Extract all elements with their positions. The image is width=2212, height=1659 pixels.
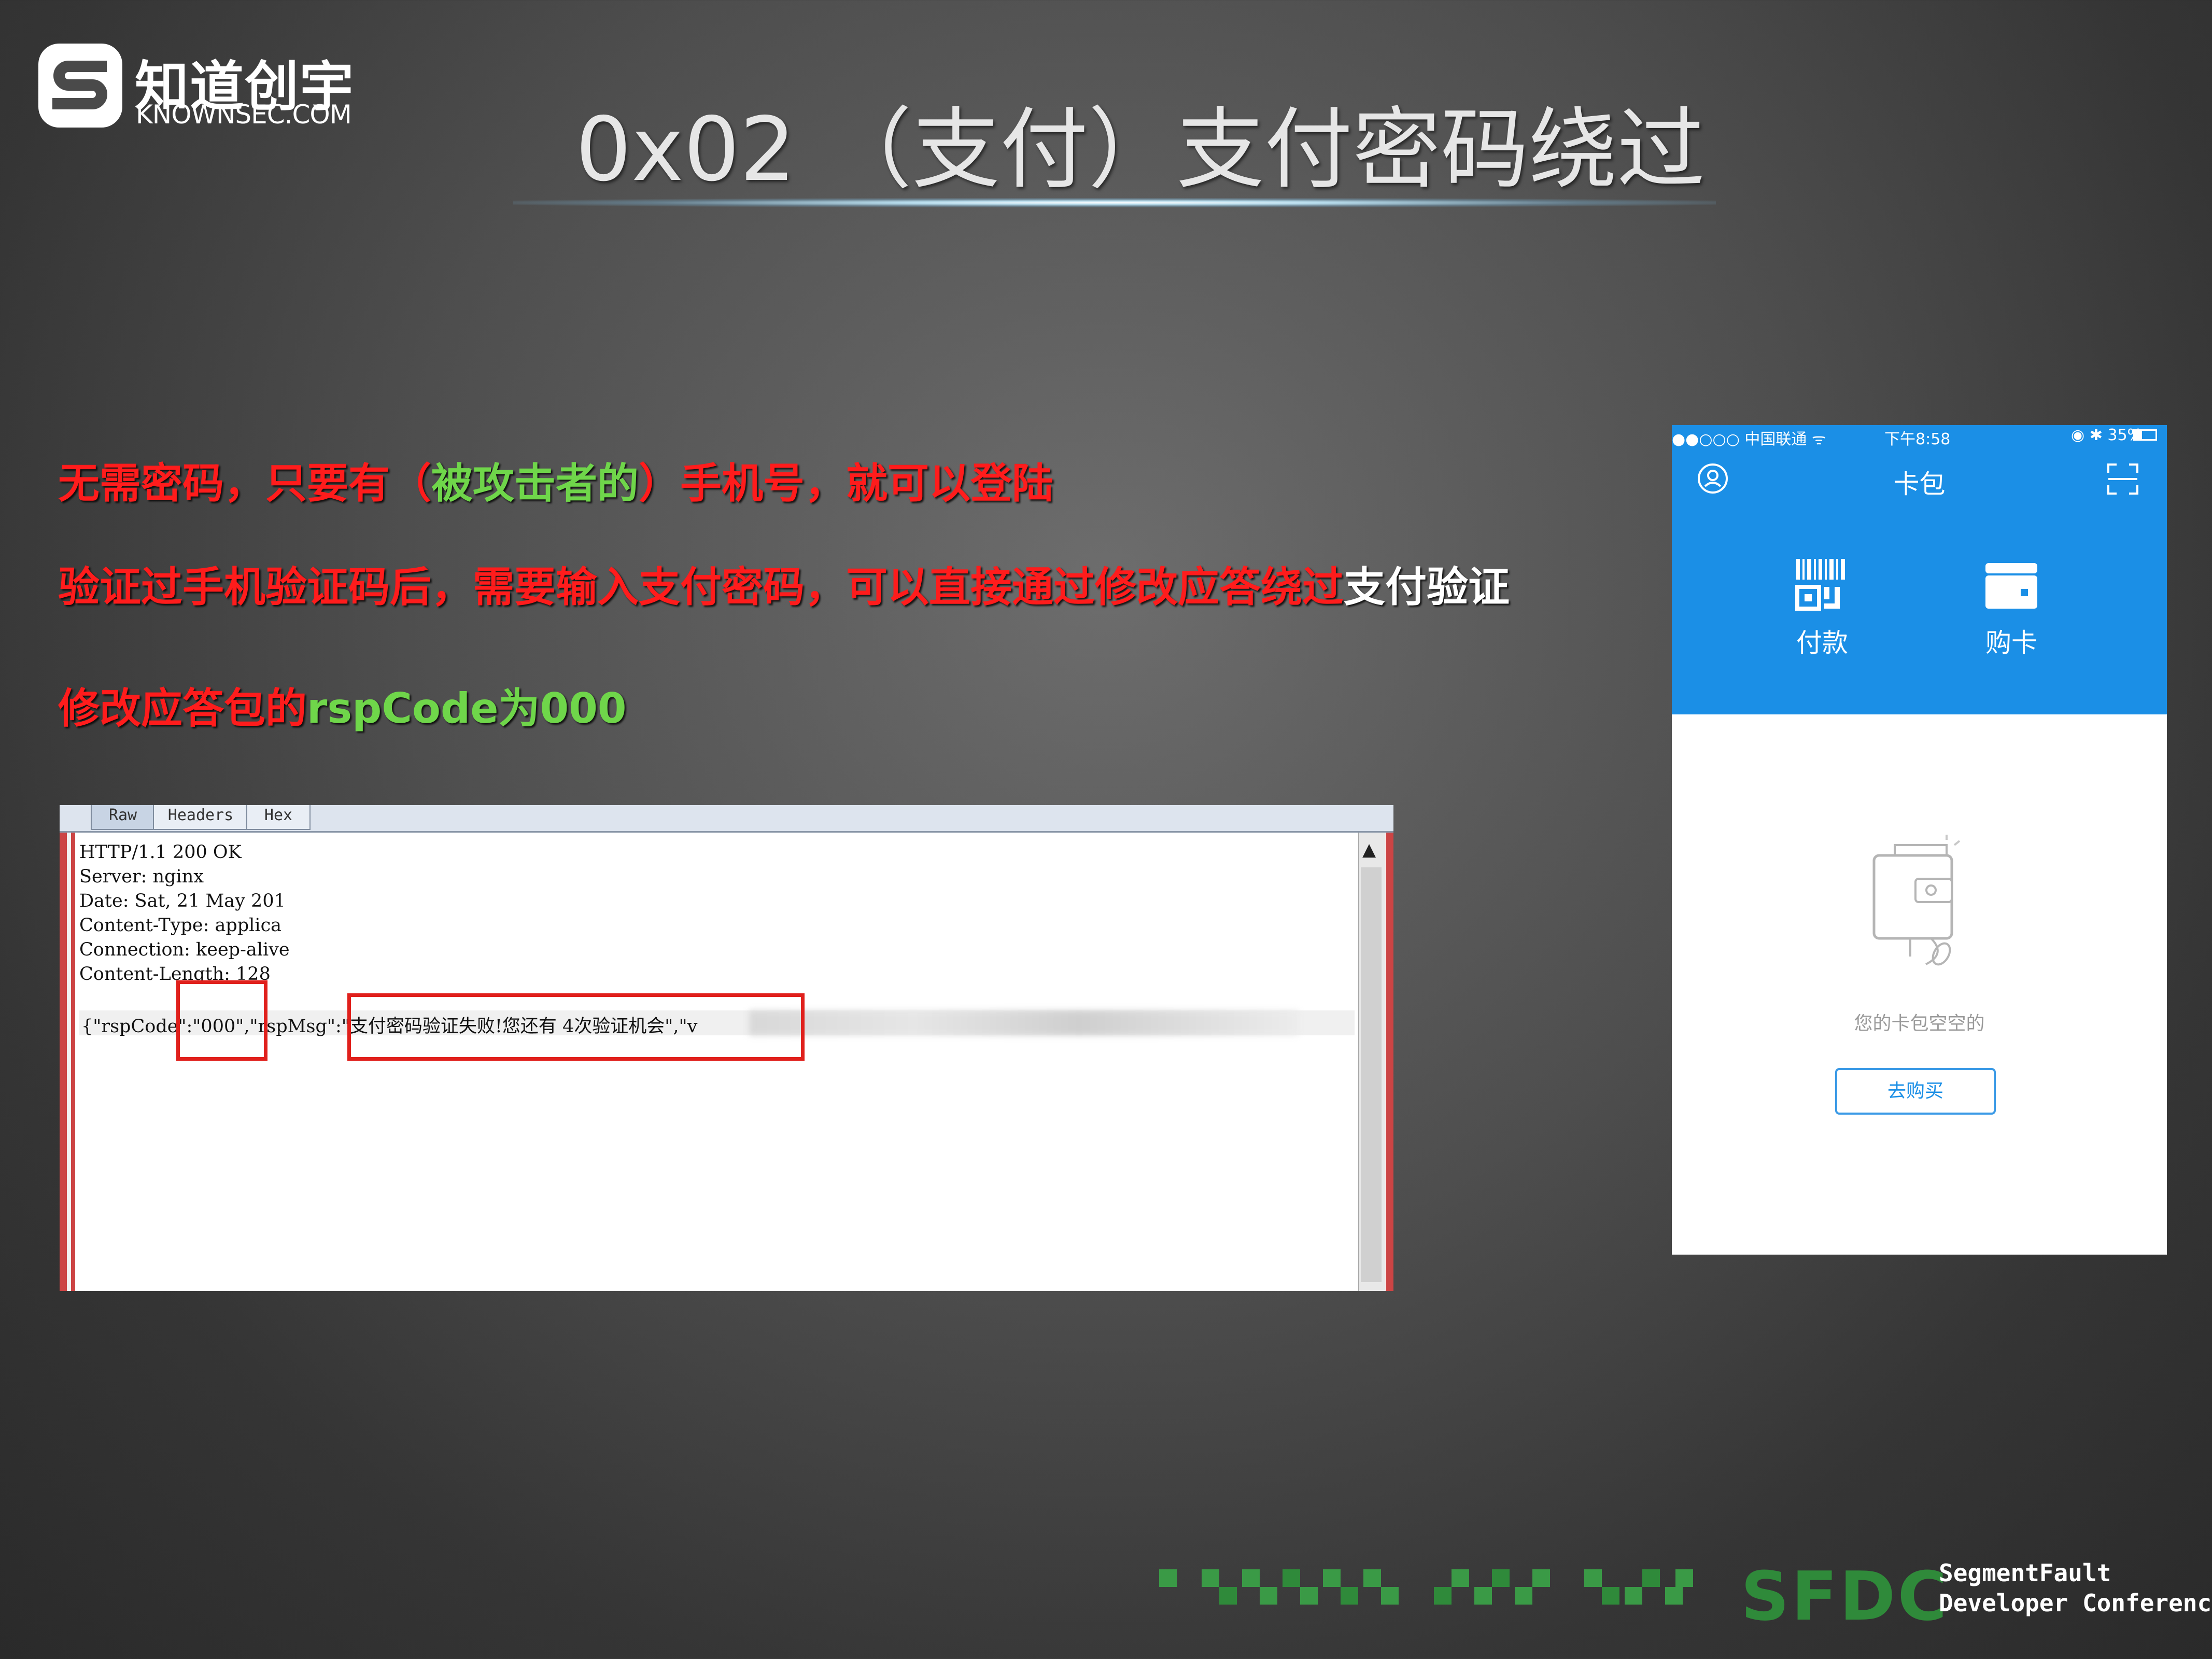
scroll-up-arrow-icon[interactable]: ▲ [1362,839,1376,860]
buy-card-label: 购卡 [1985,628,2037,658]
status-carrier: ●●○○○ 中国联通 ᯤ [1672,430,1826,448]
pixel-pattern-decoration [1159,1569,1693,1605]
line1-part2: 被攻击者的 [431,459,639,508]
tab-raw[interactable]: Raw [91,805,155,830]
phone-screenshot: ●●○○○ 中国联通 ᯤ 下午8:58 ◉ ✱ 35% 卡包 付款 购卡 您的卡… [1672,425,2167,1255]
go-buy-button[interactable]: 去购买 [1835,1068,1996,1115]
bullet-line-2: 验证过手机验证码后，需要输入支付密码，可以直接通过修改应答绕过支付验证 [58,554,1510,614]
rspmsg-highlight-box [347,993,805,1061]
line3-part2: rspCode为000 [307,684,627,733]
line3-part1: 修改应答包的 [58,684,307,733]
right-border [1386,833,1393,1291]
tab-headers[interactable]: Headers [153,805,248,830]
buy-card-action[interactable]: 购卡 [1954,555,2068,659]
empty-wallet-text: 您的卡包空空的 [1854,1013,1985,1034]
line2-part2: 支付验证 [1344,563,1510,611]
knownsec-logo: 知道创宇 KNOWNSEC.COM [36,41,358,135]
sfdc-logo: SFDC [1741,1557,1949,1636]
scan-icon[interactable] [2106,462,2139,496]
bullet-line-1: 无需密码，只要有（被攻击者的）手机号，就可以登陆 [58,450,1053,510]
http-response-panel: Raw Headers Hex HTTP/1.1 200 OK Server: … [60,805,1393,1291]
response-headers-text: HTTP/1.1 200 OK Server: nginx Date: Sat,… [79,842,290,985]
title-underline [513,198,1716,207]
response-tab-bar: Raw Headers Hex [60,805,1393,833]
blurred-content [749,1010,1299,1035]
line1-part1: 无需密码，只要有（ [58,459,431,508]
bullet-line-3: 修改应答包的rspCode为000 [58,675,627,735]
slide-title: 0x02 （支付）支付密码绕过 [575,99,1706,201]
line2-part1: 验证过手机验证码后，需要输入支付密码，可以直接通过修改应答绕过 [58,563,1344,611]
empty-wallet-illustration-icon [1872,835,1961,966]
battery-level [2135,431,2142,439]
barcode-qr-icon [1795,559,1845,611]
status-bar: ●●○○○ 中国联通 ᯤ 下午8:58 ◉ ✱ 35% [1672,425,2167,448]
line1-part3: ）手机号，就可以登陆 [639,459,1053,508]
sfdc-subtitle-2: Developer Conference [1939,1589,2212,1617]
status-time: 下午8:58 [1884,430,1951,448]
pay-label: 付款 [1796,628,1848,658]
rspcode-highlight-box [176,980,267,1061]
card-wallet-icon [1985,563,2037,609]
tab-hex[interactable]: Hex [246,805,311,830]
nav-title: 卡包 [1893,469,1946,499]
sfdc-subtitle-1: SegmentFault [1939,1559,2111,1587]
left-border-inner [67,833,71,1291]
status-battery: ◉ ✱ 35% [2071,426,2143,444]
scrollbar-thumb[interactable] [1361,867,1382,1282]
pay-action[interactable]: 付款 [1765,555,1879,659]
knownsec-logo-icon [38,44,122,128]
card-wallet-header: ●●○○○ 中国联通 ᯤ 下午8:58 ◉ ✱ 35% 卡包 付款 购卡 [1672,425,2167,714]
logo-en-text: KNOWNSEC.COM [136,100,352,130]
